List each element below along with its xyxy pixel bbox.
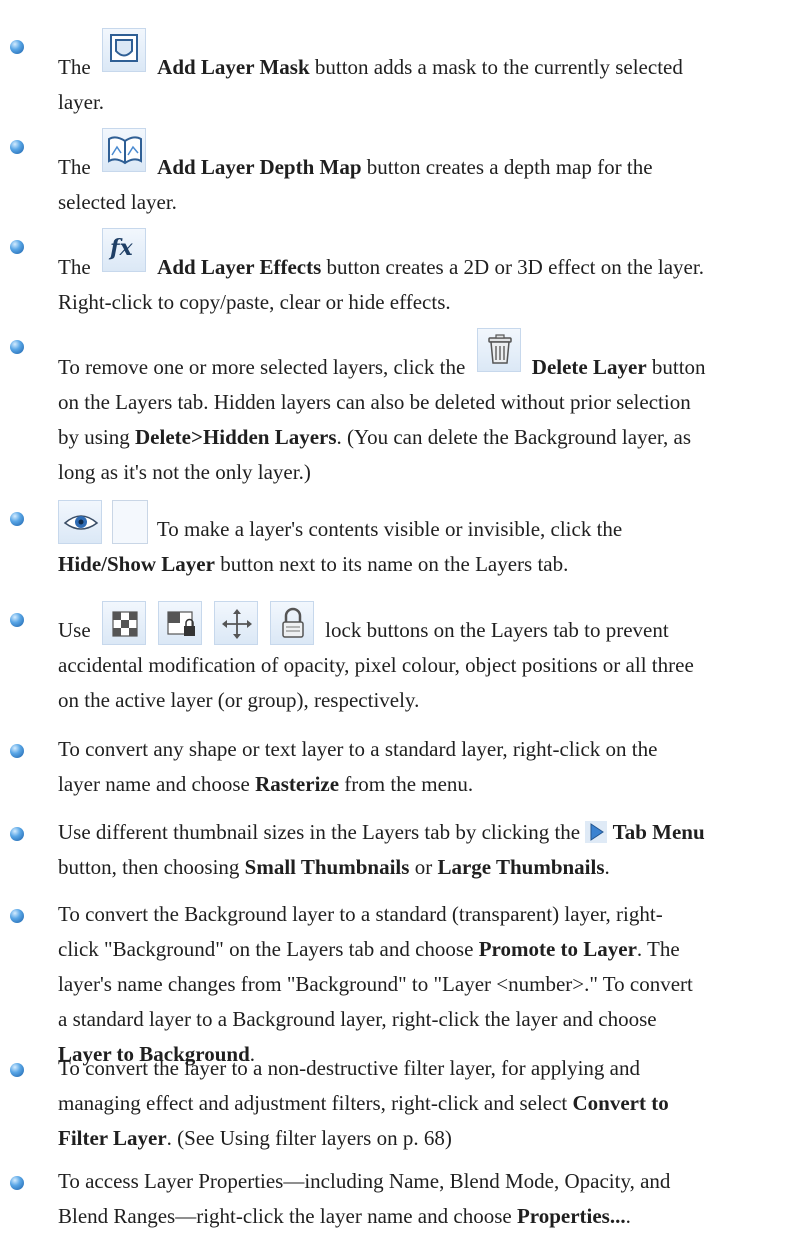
text: To make a layer's contents visible or in… xyxy=(156,517,623,541)
text: button xyxy=(651,355,706,379)
tab-menu-icon xyxy=(585,821,608,843)
text: button creates a depth map for the xyxy=(366,155,653,179)
hide-show-layer-label: Hide/Show Layer xyxy=(58,552,215,576)
text: click "Background" on the Layers tab and… xyxy=(58,937,474,961)
text: button, then choosing xyxy=(58,855,240,879)
bullet-icon xyxy=(10,340,24,354)
text: accidental modification of opacity, pixe… xyxy=(58,653,694,677)
bullet-icon xyxy=(10,613,24,627)
list-item: To convert the Background layer to a sta… xyxy=(10,897,780,1072)
text: Blend Ranges—right-click the layer name … xyxy=(58,1204,512,1228)
text: a standard layer to a Background layer, … xyxy=(58,1007,657,1031)
tab-menu-label: Tab Menu xyxy=(612,820,705,844)
svg-text:fx: fx xyxy=(108,235,133,261)
text: selected layer. xyxy=(58,190,177,214)
text: or xyxy=(414,855,433,879)
bullet-icon xyxy=(10,240,24,254)
text: Right-click to copy/paste, clear or hide… xyxy=(58,290,451,314)
text: To convert any shape or text layer to a … xyxy=(58,737,658,761)
text: layer. xyxy=(58,90,105,114)
bullet-icon xyxy=(10,140,24,154)
text: . (You can delete the Background layer, … xyxy=(336,425,692,449)
text: The xyxy=(58,255,91,279)
text: To remove one or more selected layers, c… xyxy=(58,355,466,379)
list-item: To remove one or more selected layers, c… xyxy=(10,328,780,490)
text: . The xyxy=(636,937,680,961)
text: layer's name changes from "Background" t… xyxy=(58,972,693,996)
add-layer-effects-label: Add Layer Effects xyxy=(157,255,322,279)
list-item: Use different thumbnail sizes in the Lay… xyxy=(10,815,780,885)
list-item: The fx Add Layer Effects button creates … xyxy=(10,228,780,320)
text: layer name and choose xyxy=(58,772,250,796)
text: Use different thumbnail sizes in the Lay… xyxy=(58,820,581,844)
bullet-icon xyxy=(10,744,24,758)
text: To convert the Background layer to a sta… xyxy=(58,902,663,926)
bullet-icon xyxy=(10,1176,24,1190)
list-item: To make a layer's contents visible or in… xyxy=(10,500,780,582)
bullet-icon xyxy=(10,40,24,54)
text: The xyxy=(58,155,91,179)
add-layer-effects-icon: fx xyxy=(101,228,146,272)
text: . (See Using filter layers on p. 68) xyxy=(166,1126,452,1150)
list-item: To convert the layer to a non-destructiv… xyxy=(10,1051,780,1156)
list-item: The Add Layer Depth Map button creates a… xyxy=(10,128,780,220)
promote-to-layer-label: Promote to Layer xyxy=(478,937,637,961)
filter-layer-label: Filter Layer xyxy=(58,1126,167,1150)
text: The xyxy=(58,55,91,79)
list-item: To convert any shape or text layer to a … xyxy=(10,732,780,802)
delete-layer-label: Delete Layer xyxy=(531,355,647,379)
hidden-layer-icon xyxy=(112,500,148,544)
text: Use xyxy=(58,618,91,642)
bullet-icon xyxy=(10,909,24,923)
rasterize-label: Rasterize xyxy=(255,772,340,796)
text: on the active layer (or group), respecti… xyxy=(58,688,420,712)
add-layer-mask-icon xyxy=(101,28,146,72)
lock-pixels-icon xyxy=(157,601,202,645)
lock-all-icon xyxy=(269,601,314,645)
bullet-icon xyxy=(10,512,24,526)
text: managing effect and adjustment filters, … xyxy=(58,1091,568,1115)
text: button creates a 2D or 3D effect on the … xyxy=(326,255,704,279)
add-layer-depth-map-icon xyxy=(101,128,146,172)
lock-position-icon xyxy=(213,601,258,645)
menu-path: Delete>Hidden Layers xyxy=(135,425,337,449)
small-thumbnails-label: Small Thumbnails xyxy=(244,855,410,879)
text: . xyxy=(625,1204,631,1228)
list-item: To access Layer Properties—including Nam… xyxy=(10,1164,780,1234)
delete-layer-icon xyxy=(476,328,521,372)
large-thumbnails-label: Large Thumbnails xyxy=(437,855,605,879)
properties-label: Properties... xyxy=(516,1204,626,1228)
list-item: Use lock buttons on the Layers tab to pr… xyxy=(10,601,780,718)
text: from the menu. xyxy=(344,772,474,796)
text: on the Layers tab. Hidden layers can als… xyxy=(58,390,691,414)
bullet-icon xyxy=(10,827,24,841)
add-layer-mask-label: Add Layer Mask xyxy=(157,55,310,79)
eye-icon xyxy=(58,500,102,544)
add-layer-depth-map-label: Add Layer Depth Map xyxy=(157,155,362,179)
text: long as it's not the only layer.) xyxy=(58,460,311,484)
text: To convert the layer to a non-destructiv… xyxy=(58,1056,640,1080)
list-item: The Add Layer Mask button adds a mask to… xyxy=(10,28,780,120)
bullet-icon xyxy=(10,1063,24,1077)
text: lock buttons on the Layers tab to preven… xyxy=(325,618,669,642)
lock-transparency-icon xyxy=(101,601,146,645)
text: button next to its name on the Layers ta… xyxy=(220,552,569,576)
text: by using xyxy=(58,425,130,449)
text: button adds a mask to the currently sele… xyxy=(314,55,683,79)
text: To access Layer Properties—including Nam… xyxy=(58,1169,671,1193)
text: . xyxy=(604,855,610,879)
convert-to-filter-layer-label: Convert to xyxy=(572,1091,669,1115)
